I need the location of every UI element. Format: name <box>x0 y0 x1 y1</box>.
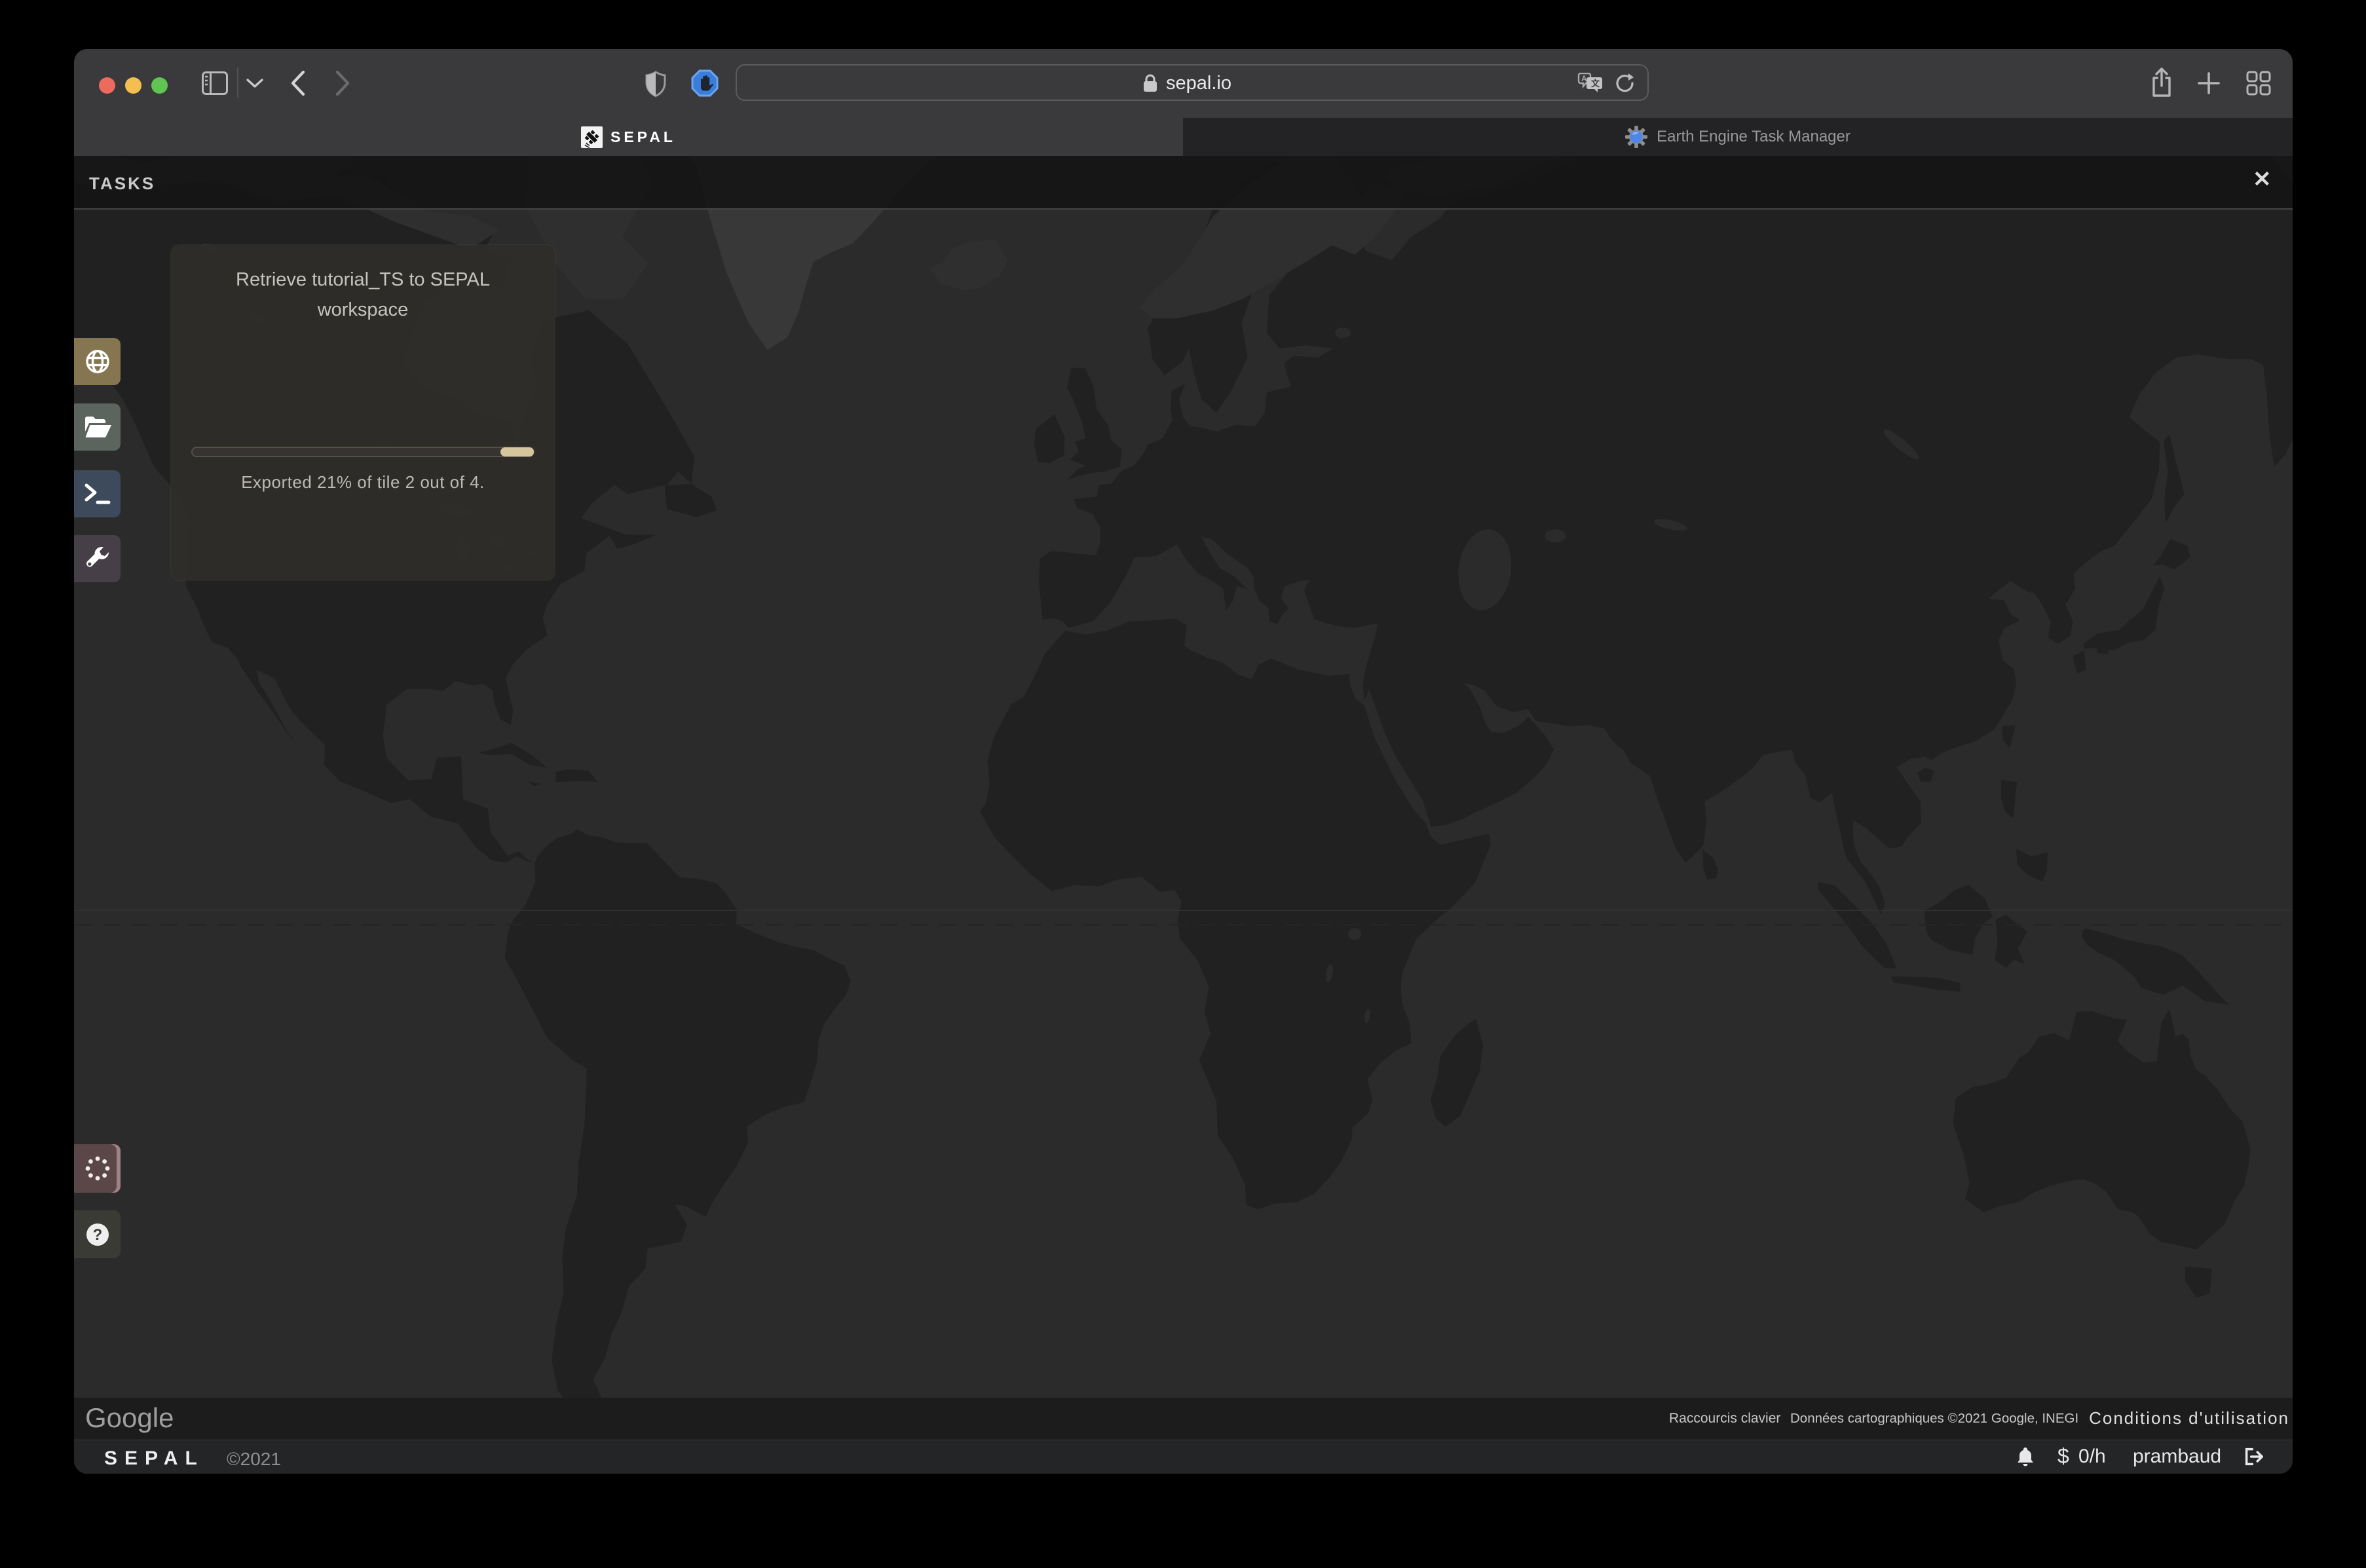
svg-text:A: A <box>1581 74 1587 83</box>
svg-text:?: ? <box>92 1226 102 1244</box>
svg-text:文: 文 <box>1591 79 1600 88</box>
